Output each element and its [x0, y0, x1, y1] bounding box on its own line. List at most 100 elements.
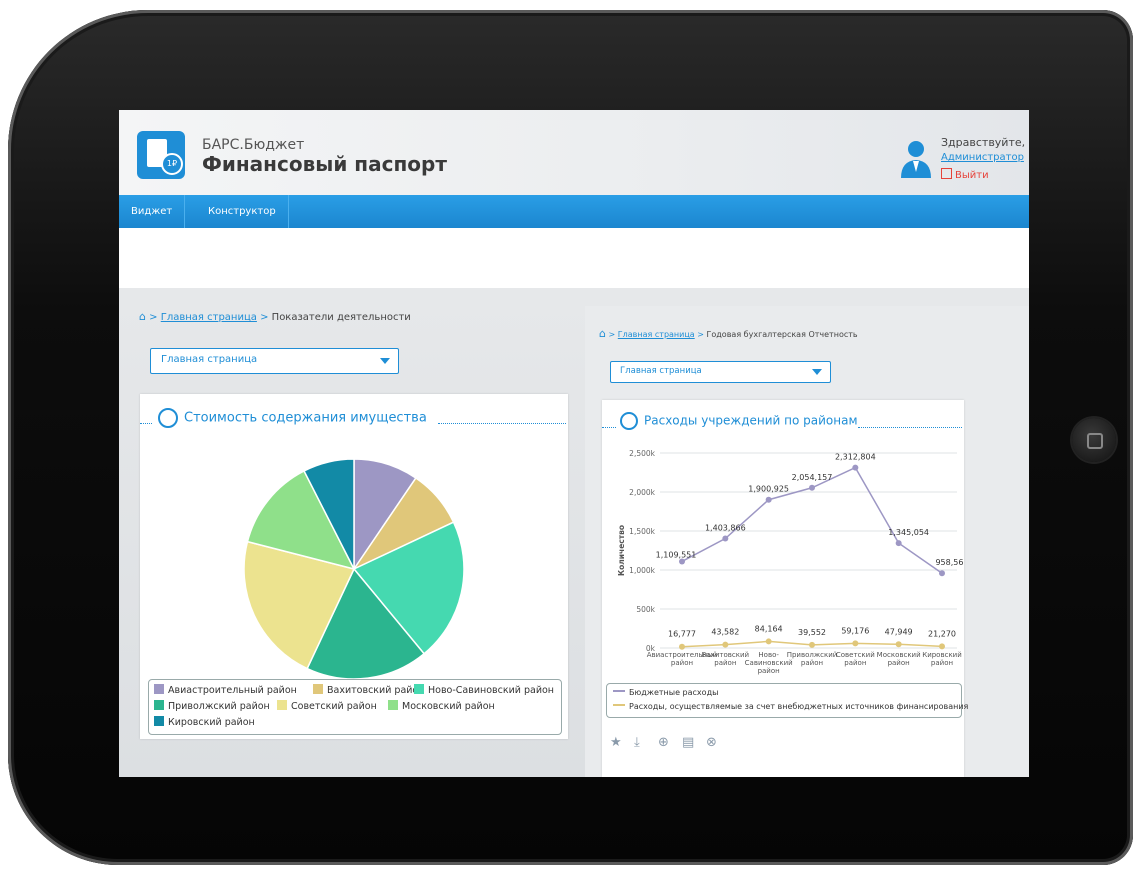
- legend-item[interactable]: Приволжский район: [154, 700, 270, 712]
- legend-item[interactable]: Ново-Савиновский район: [414, 684, 554, 696]
- zoom-icon[interactable]: ⊕: [658, 735, 669, 750]
- x-tick-label: район: [844, 659, 866, 667]
- legend-label: Приволжский район: [168, 701, 270, 712]
- series-point[interactable]: [939, 643, 945, 650]
- nav-item-widget[interactable]: Виджет: [119, 195, 186, 228]
- data-label: 1,109,551: [656, 550, 697, 559]
- download-icon[interactable]: ⤓: [634, 735, 640, 750]
- legend-swatch: [277, 700, 287, 710]
- x-tick-label: Московский: [877, 651, 921, 659]
- home-icon[interactable]: ⌂: [139, 310, 146, 323]
- breadcrumb-left: ⌂ > Главная страница > Показатели деятел…: [139, 310, 411, 323]
- series-point[interactable]: [895, 540, 902, 547]
- logout-link[interactable]: Выйти: [941, 168, 989, 181]
- breadcrumb-right-link[interactable]: Главная страница: [618, 330, 695, 339]
- chart-icon: [158, 408, 178, 428]
- series-point[interactable]: [895, 641, 902, 648]
- widget-card-left: Стоимость содержания имущества Авиастрои…: [140, 394, 568, 739]
- legend-item[interactable]: Советский район: [277, 700, 377, 712]
- legend-swatch: [154, 684, 164, 694]
- series-point[interactable]: [765, 638, 772, 645]
- x-tick-label: Вахитовский: [702, 651, 749, 659]
- legend-swatch: [154, 716, 164, 726]
- legend-item[interactable]: Авиастроительный район: [154, 684, 297, 696]
- series-line: [681, 466, 943, 574]
- series-point[interactable]: [809, 484, 815, 491]
- data-label: 84,164: [755, 624, 783, 633]
- series-point[interactable]: [722, 641, 729, 648]
- data-label: 1,900,925: [748, 485, 789, 494]
- legend-label: Ново-Савиновский район: [428, 685, 555, 696]
- line-legend: Бюджетные расходы Расходы, осуществляемы…: [606, 683, 968, 718]
- series-point[interactable]: [679, 643, 685, 650]
- star-icon[interactable]: ★: [610, 735, 622, 750]
- data-label: 39,552: [798, 628, 826, 637]
- logout-label: Выйти: [955, 170, 989, 181]
- page-select-right-value: Главная страница: [620, 366, 702, 376]
- chevron-down-icon: [812, 369, 822, 375]
- app-logo-icon: 1₽: [137, 131, 185, 179]
- nav-item-constructor[interactable]: Конструктор: [196, 195, 289, 228]
- breadcrumb-left-current: Показатели деятельности: [271, 312, 411, 323]
- series-point[interactable]: [852, 464, 859, 471]
- breadcrumb-right: ⌂ > Главная страница > Годовая бухгалтер…: [599, 327, 858, 340]
- legend-item[interactable]: Бюджетные расходы: [613, 688, 718, 697]
- pie-legend: Авиастроительный район Вахитовский район…: [148, 679, 562, 735]
- x-tick-label: район: [801, 659, 823, 667]
- legend-label: Расходы, осуществляемые за счет внебюдже…: [629, 702, 969, 711]
- x-tick-label: Ново-: [758, 651, 779, 659]
- data-label: 59,176: [841, 626, 869, 635]
- legend-item[interactable]: Московский район: [388, 700, 495, 712]
- legend-label: Вахитовский район: [327, 685, 425, 696]
- y-tick-label: 2,500k: [629, 449, 655, 458]
- legend-item[interactable]: Вахитовский район: [313, 684, 424, 696]
- widget-title-right: Расходы учреждений по районам: [620, 412, 858, 430]
- home-icon[interactable]: ⌂: [599, 327, 606, 340]
- data-label: 1,345,054: [888, 528, 929, 537]
- user-link[interactable]: Администратор: [941, 152, 1024, 163]
- brand-line1: БАРС.Бюджет: [202, 137, 305, 153]
- data-label: 43,582: [711, 628, 739, 637]
- legend-item[interactable]: Расходы, осуществляемые за счет внебюдже…: [613, 702, 968, 711]
- series-point[interactable]: [722, 535, 729, 542]
- y-tick-label: 1,000k: [629, 566, 655, 575]
- main-nav: Виджет Конструктор: [119, 195, 1029, 228]
- chevron-down-icon: [380, 358, 390, 364]
- data-label: 16,777: [668, 630, 696, 639]
- data-label: 21,270: [928, 629, 956, 638]
- data-label: 2,312,804: [835, 453, 876, 462]
- close-icon[interactable]: ⊗: [706, 735, 717, 750]
- legend-label: Московский район: [402, 701, 495, 712]
- app-header: 1₽ БАРС.Бюджет Финансовый паспорт Здравс…: [119, 110, 1029, 195]
- page-select-left[interactable]: Главная страница: [150, 348, 399, 374]
- legend-label: Бюджетные расходы: [629, 688, 719, 697]
- logout-icon: [941, 168, 952, 179]
- series-point[interactable]: [852, 640, 859, 647]
- x-tick-label: Савиновский: [745, 659, 793, 667]
- data-label: 958,569: [935, 558, 964, 567]
- brand-line2: Финансовый паспорт: [202, 152, 447, 176]
- tablet-home-button[interactable]: [1072, 418, 1116, 462]
- x-tick-label: Кировский: [922, 651, 962, 659]
- y-tick-label: 500k: [636, 605, 655, 614]
- legend-swatch: [154, 700, 164, 710]
- legend-label: Советский район: [291, 701, 377, 712]
- legend-swatch: [313, 684, 323, 694]
- table-icon[interactable]: ▤: [682, 735, 694, 750]
- y-tick-label: 1,500k: [629, 527, 655, 536]
- screen: 1₽ БАРС.Бюджет Финансовый паспорт Здравс…: [119, 110, 1029, 777]
- widget-title-left: Стоимость содержания имущества: [158, 408, 427, 428]
- legend-item[interactable]: Кировский район: [154, 716, 255, 728]
- y-axis-label: Количество: [617, 525, 626, 576]
- x-tick-label: район: [671, 659, 693, 667]
- legend-swatch: [414, 684, 424, 694]
- breadcrumb-left-link[interactable]: Главная страница: [161, 312, 257, 323]
- page-select-right[interactable]: Главная страница: [610, 361, 831, 383]
- greeting-text: Здравствуйте,: [941, 136, 1026, 149]
- data-label: 2,054,157: [792, 473, 833, 482]
- series-point[interactable]: [939, 570, 945, 577]
- series-point[interactable]: [809, 641, 815, 648]
- page-select-left-value: Главная страница: [161, 354, 258, 365]
- series-point[interactable]: [765, 496, 772, 503]
- user-avatar-icon: [901, 141, 931, 178]
